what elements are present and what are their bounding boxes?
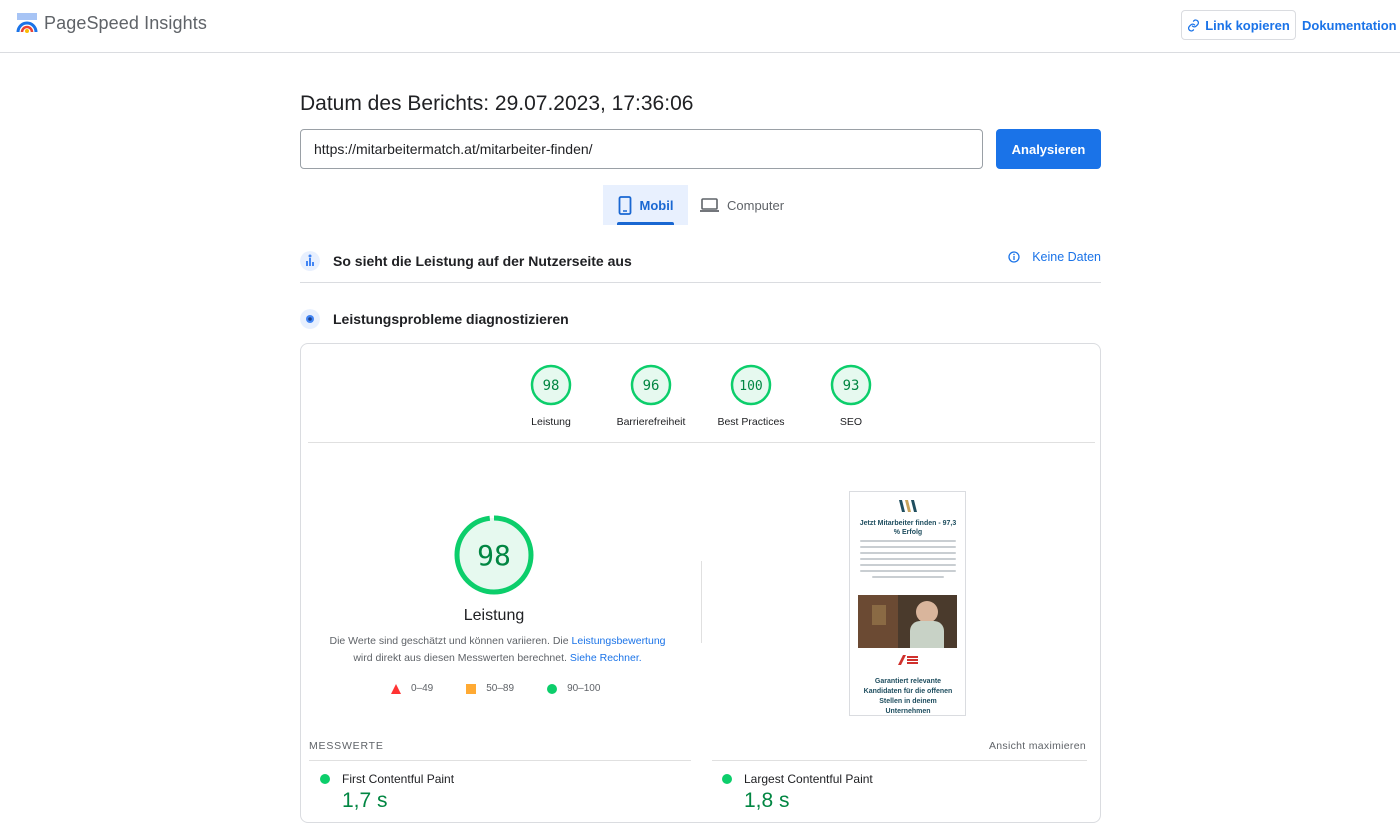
- copy-link-label: Link kopieren: [1205, 17, 1290, 33]
- link-icon: [1188, 18, 1200, 32]
- gauge-accessibility[interactable]: 96 Barrierefreiheit: [601, 364, 701, 428]
- gauge-best-practices[interactable]: 100 Best Practices: [701, 364, 801, 428]
- calculator-link[interactable]: Siehe Rechner.: [570, 652, 642, 664]
- url-input[interactable]: [300, 129, 983, 169]
- score-ring-icon: 100: [730, 364, 772, 406]
- brand[interactable]: PageSpeed Insights: [16, 12, 207, 34]
- preview-body-text: [860, 540, 956, 582]
- legend-average: 50–89: [466, 683, 514, 694]
- top-bar: PageSpeed Insights Link kopieren Dokumen…: [0, 0, 1400, 53]
- report-card: 98 Leistung 96 Barrierefreiheit 100 Best…: [300, 343, 1101, 823]
- metric-name: Largest Contentful Paint: [744, 772, 873, 786]
- preview-cta: Garantiert relevante Kandidaten für die …: [863, 678, 953, 715]
- triangle-icon: [391, 683, 401, 694]
- documentation-link[interactable]: Dokumentation: [1302, 18, 1397, 33]
- divider: [308, 442, 1095, 443]
- tab-computer[interactable]: Computer: [700, 185, 795, 225]
- score-ring-icon: 98: [530, 364, 572, 406]
- gauge-label: SEO: [839, 416, 863, 428]
- gauge-seo[interactable]: 93 SEO: [801, 364, 901, 428]
- legend-range: 50–89: [486, 683, 515, 694]
- divider: [309, 760, 691, 761]
- divider: [701, 561, 702, 643]
- gauge-label: Leistung: [531, 416, 571, 428]
- field-data-section: So sieht die Leistung auf der Nutzerseit…: [300, 239, 1101, 283]
- tab-computer-label: Computer: [727, 197, 785, 213]
- square-icon: [466, 683, 477, 694]
- site-logo-icon: [899, 500, 917, 512]
- preview-photo: [858, 595, 957, 648]
- analyze-button[interactable]: Analysieren: [996, 129, 1101, 169]
- info-icon: [1008, 251, 1020, 263]
- desc-text: Die Werte sind geschätzt und können vari…: [329, 635, 572, 647]
- performance-title: Leistung: [463, 607, 525, 624]
- gauge-value: 96: [643, 378, 660, 394]
- performance-score-gauge: 98: [454, 515, 534, 595]
- score-ring-icon: 96: [630, 364, 672, 406]
- divider: [712, 760, 1087, 761]
- diagnostics-section: Leistungsprobleme diagnostizieren: [300, 301, 1101, 337]
- diagnostics-title: Leistungsprobleme diagnostizieren: [333, 311, 569, 327]
- pass-circle-icon: [722, 774, 732, 784]
- performance-score-value: 98: [477, 539, 511, 572]
- copy-link-button[interactable]: Link kopieren: [1181, 10, 1296, 40]
- metric-name: First Contentful Paint: [342, 772, 455, 786]
- users-chart-icon: [300, 250, 320, 271]
- page-screenshot: Jetzt Mitarbeiter finden - 97,3 % Erfolg…: [849, 491, 966, 716]
- gauge-value: 100: [739, 379, 762, 394]
- laptop-icon: [700, 198, 719, 212]
- legend-pass: 90–100: [547, 683, 600, 694]
- gauge-value: 98: [543, 378, 560, 394]
- gauge-label: Barrierefreiheit: [616, 416, 686, 428]
- lab-flask-icon: [300, 309, 320, 329]
- performance-description: Die Werte sind geschätzt und können vari…: [324, 633, 671, 667]
- report-date: Datum des Berichts: 29.07.2023, 17:36:06: [300, 92, 694, 115]
- austria-badge-icon: [898, 655, 918, 665]
- score-ring-icon: 93: [830, 364, 872, 406]
- desc-text: wird direkt aus diesen Messwerten berech…: [353, 652, 570, 664]
- gauge-label: Best Practices: [717, 416, 785, 428]
- metric-value: 1,8 s: [744, 789, 790, 812]
- app-name: PageSpeed Insights: [44, 12, 207, 33]
- smartphone-icon: [618, 195, 631, 215]
- field-data-title: So sieht die Leistung auf der Nutzerseit…: [333, 252, 632, 269]
- tab-mobile[interactable]: Mobil: [603, 185, 688, 225]
- performance-scoring-link[interactable]: Leistungsbewertung: [572, 635, 666, 647]
- gauge-performance[interactable]: 98 Leistung: [501, 364, 601, 428]
- metric-value: 1,7 s: [342, 789, 388, 812]
- score-legend: 0–49 50–89 90–100: [391, 683, 633, 694]
- legend-fail: 0–49: [391, 683, 433, 694]
- gauge-value: 93: [843, 378, 860, 394]
- legend-range: 90–100: [567, 683, 601, 694]
- expand-view-toggle[interactable]: Ansicht maximieren: [989, 740, 1086, 752]
- score-gauges: 98 Leistung 96 Barrierefreiheit 100 Best…: [301, 344, 1102, 444]
- no-data-link[interactable]: Keine Daten: [1008, 250, 1101, 264]
- circle-icon: [547, 683, 558, 694]
- no-data-label: Keine Daten: [1032, 250, 1101, 264]
- legend-range: 0–49: [411, 683, 434, 694]
- pagespeed-logo-icon: [16, 13, 38, 33]
- tab-mobile-label: Mobil: [639, 197, 674, 213]
- preview-heading: Jetzt Mitarbeiter finden - 97,3 % Erfolg: [859, 520, 957, 536]
- pass-circle-icon: [320, 774, 330, 784]
- metrics-section-label: MESSWERTE: [309, 740, 384, 752]
